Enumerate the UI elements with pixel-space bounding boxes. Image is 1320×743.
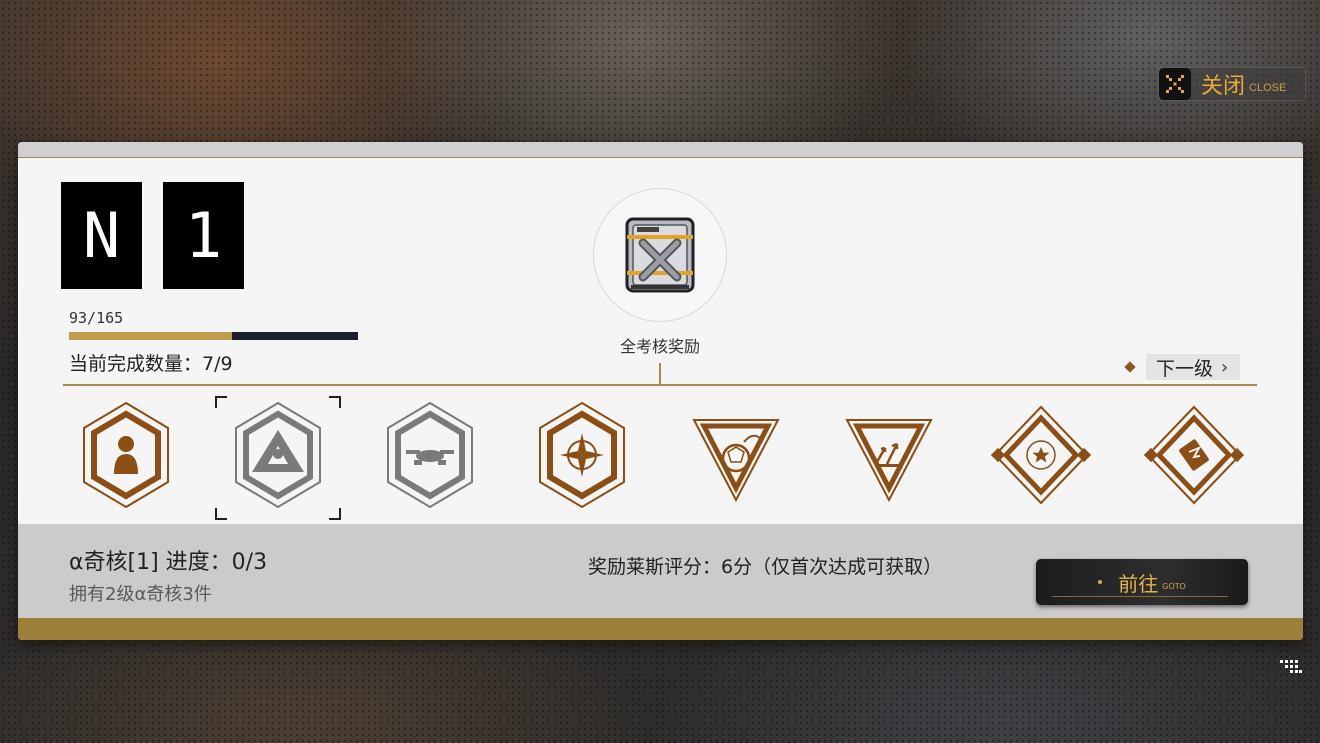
badge-ball-triangle[interactable] — [686, 400, 786, 510]
badge-card-diamond[interactable] — [1144, 400, 1244, 510]
reward-marker — [659, 363, 661, 385]
progress-text: 93/165 — [69, 309, 124, 327]
task-title: α奇核[1] 进度：0/3 — [69, 550, 268, 575]
badge-person-hexagon[interactable] — [76, 400, 176, 510]
track-divider — [63, 384, 1257, 386]
badge-arrows-triangle[interactable] — [839, 400, 939, 510]
completed-count: 当前完成数量：7/9 — [69, 353, 233, 375]
panel-top-bar — [18, 142, 1303, 158]
panel-bottom-bar — [18, 618, 1303, 640]
badge-compass-hexagon[interactable] — [532, 400, 632, 510]
next-level-label: 下一级 — [1156, 357, 1214, 380]
chevron-right-icon: › — [1221, 356, 1229, 378]
rank-number: 1 — [163, 182, 244, 289]
selection-corner — [215, 508, 227, 520]
badge-star-diamond[interactable] — [991, 400, 1091, 510]
progress-bar-fill — [69, 332, 232, 340]
close-label: 关闭 — [1201, 74, 1246, 99]
supply-crate-icon — [625, 217, 695, 293]
reward-score-text: 奖励莱斯评分：6分（仅首次达成可获取） — [588, 556, 943, 578]
full-reward-label: 全考核奖励 — [619, 337, 700, 356]
diamond-icon — [1124, 361, 1136, 373]
rank-letter: N — [61, 182, 142, 289]
goto-underline — [1052, 596, 1228, 597]
selection-corner — [329, 508, 341, 520]
full-reward-button[interactable] — [593, 188, 727, 322]
task-subtitle: 拥有2级α奇核3件 — [69, 584, 212, 605]
next-level-button[interactable]: 下一级 › — [1124, 354, 1241, 380]
selection-corner — [329, 396, 341, 408]
selection-corner — [215, 396, 227, 408]
badge-triangle-hexagon[interactable] — [215, 396, 341, 520]
goto-label: 前往 — [1118, 571, 1159, 596]
task-info-area: α奇核[1] 进度：0/3 拥有2级α奇核3件 奖励莱斯评分：6分（仅首次达成可… — [18, 524, 1303, 618]
grid-menu-icon[interactable] — [1280, 660, 1302, 676]
goto-sublabel: GOTO — [1162, 581, 1186, 591]
assessment-panel: N 1 93/165 当前完成数量：7/9 全考核奖励 下一级 › α奇核[1]… — [18, 142, 1303, 640]
close-button[interactable]: 关闭 CLOSE — [1158, 67, 1306, 101]
progress-bar — [69, 332, 358, 340]
dot-icon — [1098, 580, 1103, 584]
goto-button[interactable]: 前往 GOTO — [1036, 559, 1248, 605]
close-sublabel: CLOSE — [1249, 82, 1287, 94]
close-x-icon — [1159, 68, 1191, 100]
badge-drone-hexagon[interactable] — [380, 400, 480, 510]
